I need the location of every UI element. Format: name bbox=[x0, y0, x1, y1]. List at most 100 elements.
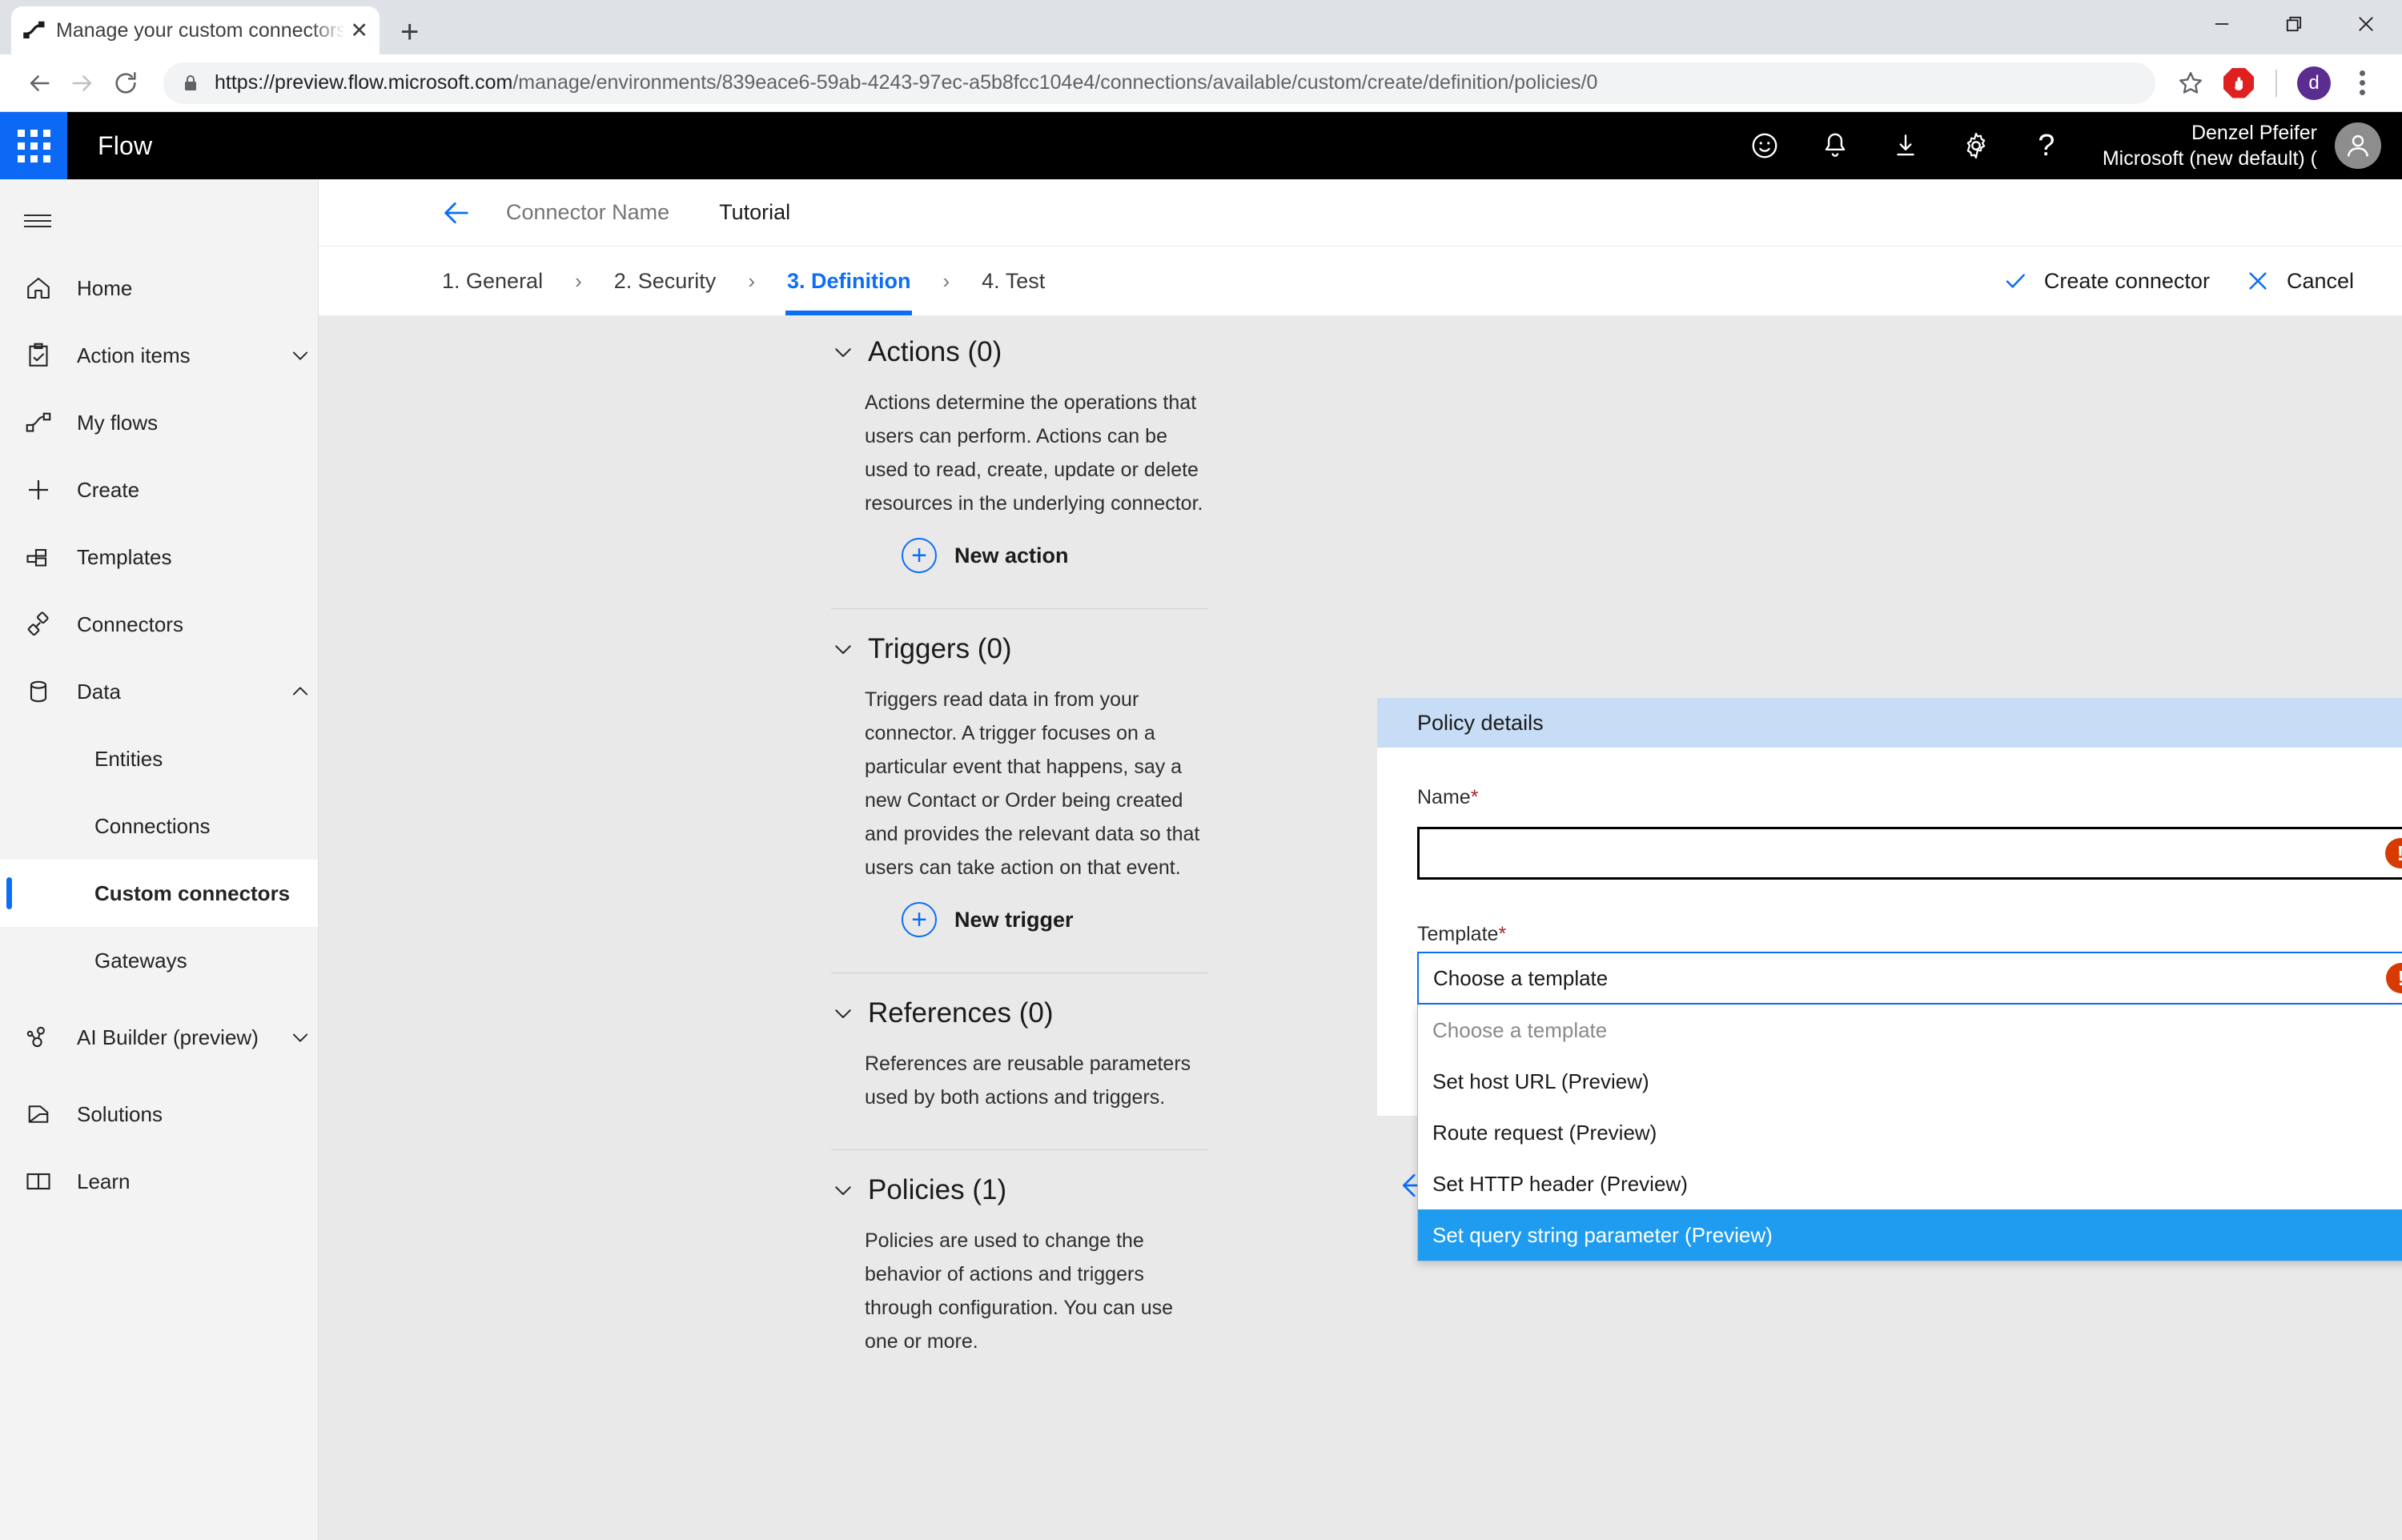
app-brand-title[interactable]: Flow bbox=[98, 131, 152, 161]
sidebar-item-learn[interactable]: Learn bbox=[0, 1148, 318, 1215]
name-error-icon: ! bbox=[2385, 838, 2402, 868]
policies-section-header[interactable]: Policies (1) bbox=[831, 1174, 1207, 1206]
sidebar-item-my-flows[interactable]: My flows bbox=[0, 389, 318, 456]
references-section-header[interactable]: References (0) bbox=[831, 997, 1207, 1029]
plus-icon: + bbox=[902, 902, 937, 937]
flow-icon bbox=[24, 408, 59, 437]
dropdown-option-choose-a-template[interactable]: Choose a template bbox=[1418, 1005, 2402, 1056]
main-area: Connector Name Tutorial 1. General › 2. … bbox=[319, 179, 2402, 1540]
wizard-step-general[interactable]: 1. General bbox=[440, 247, 544, 315]
chevron-down-icon[interactable] bbox=[831, 1178, 855, 1202]
connectors-plug-icon bbox=[24, 610, 59, 639]
sidebar-item-label: Create bbox=[77, 477, 140, 502]
sidebar-item-connections[interactable]: Connections bbox=[0, 792, 318, 860]
address-bar-url: https://preview.flow.microsoft.com/manag… bbox=[215, 71, 1597, 94]
template-error-icon: ! bbox=[2386, 963, 2402, 993]
download-icon[interactable] bbox=[1870, 112, 1941, 179]
section-title: References (0) bbox=[868, 997, 1054, 1029]
triggers-section-header[interactable]: Triggers (0) bbox=[831, 633, 1207, 665]
address-bar[interactable]: https://preview.flow.microsoft.com/manag… bbox=[163, 62, 2155, 104]
sidebar-item-action-items[interactable]: Action items bbox=[0, 322, 318, 389]
actions-section-header[interactable]: Actions (0) bbox=[831, 336, 1207, 368]
wizard-step-test[interactable]: 4. Test bbox=[980, 247, 1046, 315]
profile-initial: d bbox=[2297, 66, 2331, 100]
ai-builder-icon bbox=[24, 1023, 59, 1052]
sidebar-item-custom-connectors[interactable]: Custom connectors bbox=[0, 860, 318, 927]
sidebar-item-create[interactable]: Create bbox=[0, 456, 318, 523]
sidebar-item-label: Home bbox=[77, 275, 133, 300]
chevron-down-icon[interactable] bbox=[831, 340, 855, 364]
chevron-up-icon[interactable] bbox=[283, 680, 318, 703]
user-info[interactable]: Denzel Pfeifer Microsoft (new default) ( bbox=[2082, 120, 2335, 172]
new-action-label: New action bbox=[954, 543, 1069, 567]
toolbar-actions: d bbox=[2168, 61, 2384, 106]
chevron-down-icon[interactable] bbox=[831, 1001, 855, 1025]
sidebar-item-data[interactable]: Data bbox=[0, 658, 318, 725]
chevron-down-icon[interactable] bbox=[283, 1026, 318, 1049]
adblock-icon[interactable] bbox=[2216, 61, 2261, 106]
sidebar-item-label: My flows bbox=[77, 410, 159, 435]
section-title: Policies (1) bbox=[868, 1174, 1007, 1205]
step-chevron-icon: › bbox=[575, 268, 582, 293]
feedback-smiley-icon[interactable] bbox=[1729, 112, 1800, 179]
app-header: Flow ? Denzel Pfeifer Microsoft (new def… bbox=[0, 112, 2402, 179]
bookmark-star-icon[interactable] bbox=[2168, 61, 2213, 106]
section-description: References are reusable parameters used … bbox=[865, 1053, 1191, 1109]
step-chevron-icon: › bbox=[748, 268, 755, 293]
browser-profile-avatar[interactable]: d bbox=[2292, 61, 2336, 106]
chevron-down-icon[interactable] bbox=[831, 637, 855, 661]
hamburger-menu-icon[interactable] bbox=[0, 187, 318, 255]
sidebar-item-home[interactable]: Home bbox=[0, 255, 318, 322]
window-controls bbox=[2186, 0, 2402, 48]
url-host: https://preview.flow.microsoft.com bbox=[215, 71, 513, 94]
sidebar-item-solutions[interactable]: Solutions bbox=[0, 1081, 318, 1148]
sidebar-item-connectors[interactable]: Connectors bbox=[0, 591, 318, 658]
wizard-step-security[interactable]: 2. Security bbox=[613, 247, 718, 315]
new-action-button[interactable]: + New action bbox=[831, 538, 1207, 573]
home-icon bbox=[24, 274, 59, 303]
template-select-toggle[interactable]: Choose a template ! bbox=[1417, 952, 2402, 1005]
back-arrow-icon[interactable] bbox=[440, 197, 472, 229]
window-maximize-button[interactable] bbox=[2258, 0, 2330, 48]
dropdown-option-route-request[interactable]: Route request (Preview) bbox=[1418, 1107, 2402, 1158]
window-minimize-button[interactable] bbox=[2186, 0, 2258, 48]
sidebar-item-label: AI Builder (preview) bbox=[77, 1025, 259, 1049]
browser-reload-icon[interactable] bbox=[104, 62, 147, 105]
help-question-icon[interactable]: ? bbox=[2011, 112, 2082, 179]
breadcrumb-connector-name[interactable]: Connector Name bbox=[506, 200, 669, 225]
cancel-button[interactable]: Cancel bbox=[2245, 268, 2354, 294]
app-launcher-icon[interactable] bbox=[0, 112, 67, 179]
name-input[interactable]: ! bbox=[1417, 827, 2402, 880]
wizard-step-definition[interactable]: 3. Definition bbox=[785, 247, 913, 315]
required-marker: * bbox=[1498, 923, 1507, 945]
book-icon bbox=[24, 1167, 59, 1196]
new-tab-button[interactable]: + bbox=[400, 16, 419, 48]
browser-forward-icon[interactable] bbox=[61, 62, 104, 105]
template-dropdown: Choose a template ! Choose a template Se… bbox=[1417, 952, 2402, 1261]
browser-back-icon[interactable] bbox=[18, 62, 61, 105]
section-description: Actions determine the operations that us… bbox=[865, 391, 1203, 515]
dropdown-option-set-query-string-parameter[interactable]: Set query string parameter (Preview) bbox=[1418, 1209, 2402, 1261]
check-icon bbox=[2002, 268, 2028, 294]
dropdown-option-set-http-header[interactable]: Set HTTP header (Preview) bbox=[1418, 1158, 2402, 1209]
template-field-label: Template* bbox=[1417, 923, 2402, 946]
tab-close-icon[interactable]: ✕ bbox=[350, 19, 368, 42]
sidebar-item-gateways[interactable]: Gateways bbox=[0, 927, 318, 994]
three-dot-menu-icon[interactable] bbox=[2340, 61, 2384, 106]
database-icon bbox=[24, 677, 59, 706]
sidebar-item-templates[interactable]: Templates bbox=[0, 523, 318, 591]
browser-tab[interactable]: Manage your custom connectors ✕ bbox=[11, 6, 380, 54]
settings-gear-icon[interactable] bbox=[1941, 112, 2011, 179]
chevron-down-icon[interactable] bbox=[283, 344, 318, 367]
sidebar-item-label: Solutions bbox=[77, 1101, 163, 1126]
create-connector-button[interactable]: Create connector bbox=[2002, 268, 2210, 294]
window-close-button[interactable] bbox=[2330, 0, 2402, 48]
notifications-bell-icon[interactable] bbox=[1800, 112, 1870, 179]
sidebar-item-ai-builder[interactable]: AI Builder (preview) bbox=[0, 994, 318, 1081]
sidebar-item-entities[interactable]: Entities bbox=[0, 725, 318, 792]
section-title: Actions (0) bbox=[868, 336, 1002, 367]
dropdown-option-set-host-url[interactable]: Set host URL (Preview) bbox=[1418, 1056, 2402, 1107]
breadcrumb-current[interactable]: Tutorial bbox=[719, 200, 790, 225]
avatar[interactable] bbox=[2335, 122, 2381, 169]
new-trigger-button[interactable]: + New trigger bbox=[831, 902, 1207, 937]
